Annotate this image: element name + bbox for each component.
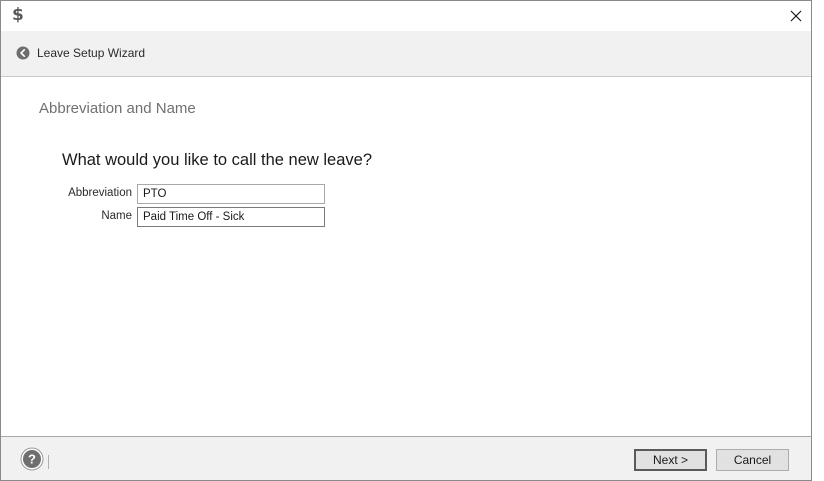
next-button[interactable]: Next > — [634, 449, 707, 471]
abbreviation-input[interactable] — [137, 184, 325, 204]
wizard-title: Leave Setup Wizard — [37, 46, 146, 60]
abbreviation-label: Abbreviation — [68, 187, 132, 199]
close-button[interactable] — [781, 1, 811, 31]
wizard-header: Leave Setup Wizard — [1, 31, 811, 77]
name-input[interactable] — [137, 207, 325, 227]
wizard-footer: ? Next > Cancel — [1, 436, 811, 480]
back-arrow-icon[interactable] — [16, 46, 30, 60]
cancel-button[interactable]: Cancel — [716, 449, 789, 471]
dollar-app-icon: $ — [12, 5, 24, 25]
close-icon — [790, 10, 802, 22]
svg-text:?: ? — [28, 452, 36, 467]
question-text: What would you like to call the new leav… — [62, 151, 373, 169]
name-label: Name — [101, 210, 132, 222]
help-icon[interactable]: ? — [20, 447, 44, 471]
help-separator — [48, 455, 49, 469]
wizard-content: Abbreviation and Name What would you lik… — [1, 77, 811, 436]
section-heading: Abbreviation and Name — [39, 100, 196, 117]
title-bar: $ — [1, 1, 811, 31]
wizard-window: $ Leave Setup Wizard Abbreviation and Na… — [0, 0, 812, 481]
